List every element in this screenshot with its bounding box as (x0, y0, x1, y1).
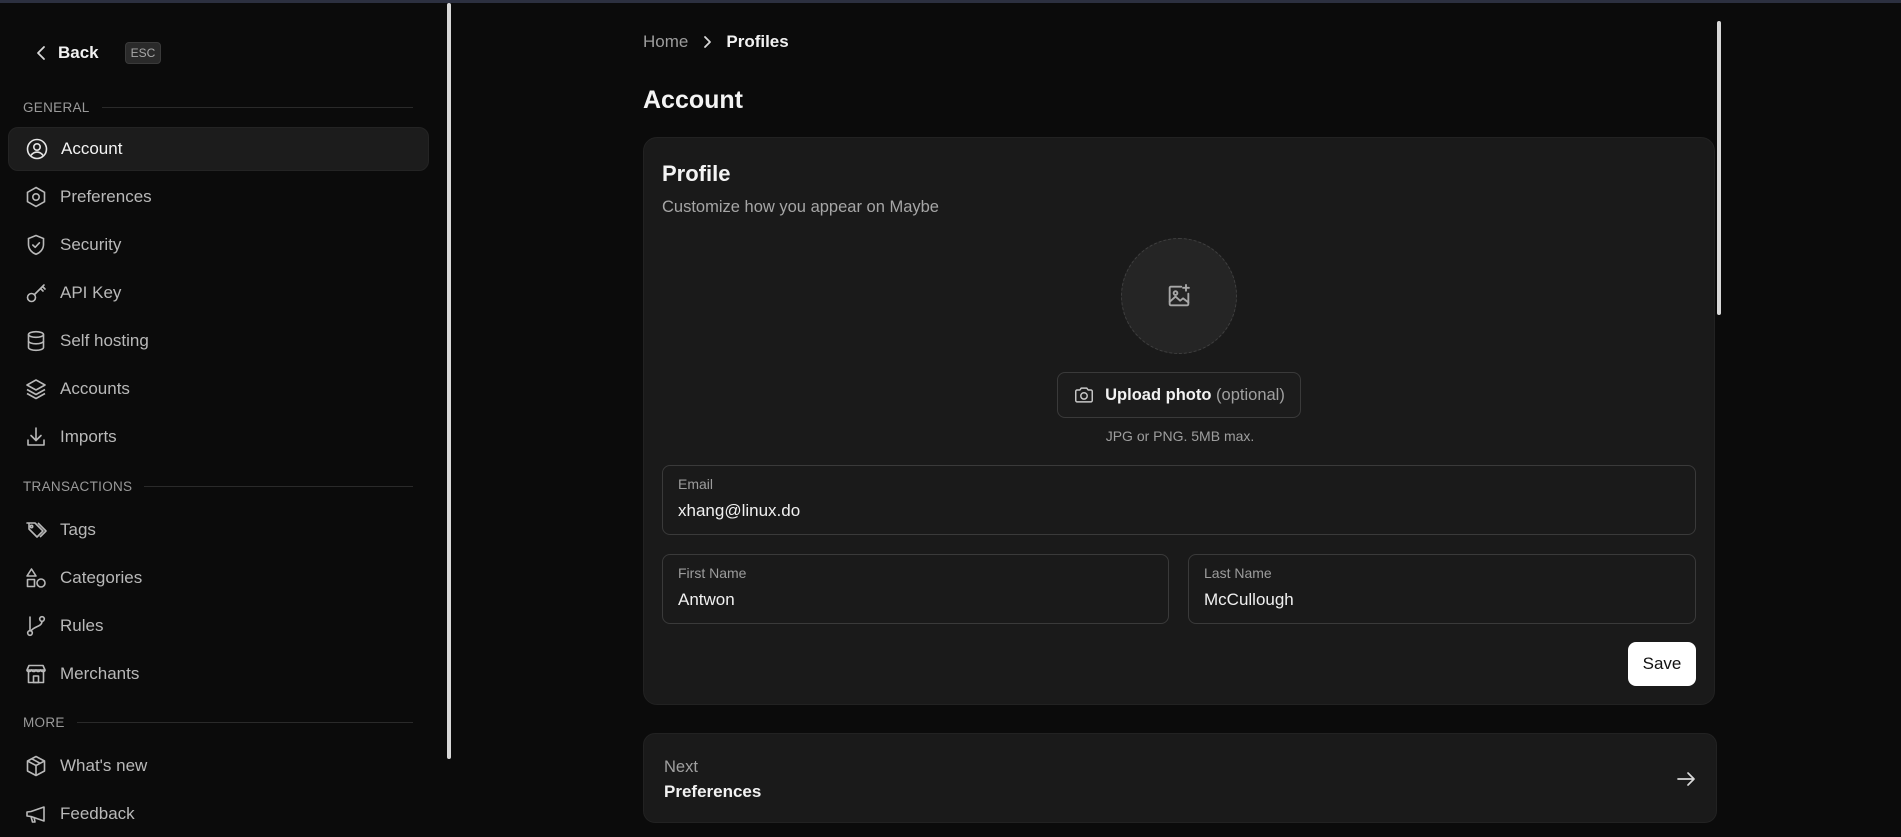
sidebar-item-accounts[interactable]: Accounts (8, 367, 429, 411)
database-icon (27, 330, 45, 352)
next-page-link[interactable]: Next Preferences (643, 733, 1717, 823)
arrow-right-icon (1677, 772, 1695, 786)
download-icon (27, 427, 45, 446)
sidebar-item-label: Rules (60, 616, 104, 635)
profile-card: Profile Customize how you appear on Mayb… (643, 137, 1715, 705)
breadcrumb-home-link[interactable]: Home (643, 32, 688, 52)
sidebar-item-imports[interactable]: Imports (8, 415, 429, 459)
sidebar-item-label: Categories (60, 568, 143, 587)
profile-title: Profile (662, 161, 731, 186)
sidebar-item-self-hosting[interactable]: Self hosting (8, 319, 429, 363)
sidebar-item-whats-new[interactable]: What's new (8, 744, 429, 788)
sidebar-item-label: Self hosting (60, 331, 149, 350)
upload-hint: JPG or PNG. 5MB max. (1105, 428, 1255, 444)
megaphone-icon (26, 806, 45, 823)
sidebar-item-security[interactable]: Security (8, 223, 429, 267)
section-label-text: MORE (23, 715, 65, 730)
breadcrumb-current: Profiles (726, 32, 789, 51)
sidebar-item-preferences[interactable]: Preferences (8, 175, 429, 219)
sidebar-item-merchants[interactable]: Merchants (8, 652, 429, 696)
first-name-field[interactable]: First Name (662, 554, 1169, 624)
main-scrollbar[interactable] (1717, 21, 1721, 315)
store-icon (26, 664, 46, 684)
upload-photo-label: Upload photo (1105, 385, 1212, 404)
last-name-input[interactable] (1204, 590, 1660, 610)
sidebar-item-label: Imports (60, 427, 117, 446)
section-divider (144, 486, 413, 487)
sidebar-item-tags[interactable]: Tags (8, 508, 429, 552)
tags-icon (26, 522, 47, 538)
first-name-label: First Name (678, 565, 747, 581)
key-icon (26, 284, 46, 303)
settings-hex-icon (26, 186, 46, 208)
email-input[interactable] (678, 501, 1607, 521)
last-name-field[interactable]: Last Name (1188, 554, 1696, 624)
box-icon (26, 755, 46, 777)
chevron-left-icon (37, 46, 45, 60)
shield-check-icon (27, 234, 45, 256)
sidebar-item-label: Accounts (60, 379, 130, 398)
next-label: Next (664, 758, 698, 776)
esc-shortcut-badge: ESC (124, 42, 162, 64)
layers-icon (26, 379, 46, 400)
upload-photo-button[interactable]: Upload photo (optional) (1057, 372, 1301, 418)
sidebar-item-label: Tags (60, 520, 96, 539)
back-label: Back (58, 43, 99, 62)
first-name-input[interactable] (678, 590, 1133, 610)
section-label-text: GENERAL (23, 100, 90, 115)
chevron-right-icon (704, 36, 712, 48)
profile-subtitle: Customize how you appear on Maybe (662, 198, 939, 216)
sidebar-item-categories[interactable]: Categories (8, 556, 429, 600)
sidebar-item-label: Security (60, 235, 122, 254)
breadcrumb: Home Profiles (643, 32, 789, 52)
sidebar-item-label: What's new (60, 756, 148, 775)
sidebar-item-account[interactable]: Account (8, 127, 429, 171)
sidebar-item-label: API Key (60, 283, 122, 302)
section-divider (101, 107, 413, 108)
email-label: Email (678, 476, 714, 492)
sidebar-item-label: Feedback (60, 804, 135, 823)
upload-optional-label: (optional) (1216, 385, 1285, 404)
settings-sidebar: Back ESC GENERAL Account Preferences Sec… (0, 3, 450, 837)
sidebar-item-label: Merchants (60, 664, 140, 683)
user-circle-icon (26, 138, 48, 160)
sidebar-item-api-key[interactable]: API Key (8, 271, 429, 315)
next-target-label: Preferences (664, 782, 762, 801)
sidebar-item-label: Account (61, 139, 123, 158)
section-label-text: TRANSACTIONS (23, 479, 133, 494)
sidebar-item-rules[interactable]: Rules (8, 604, 429, 648)
camera-icon (1075, 387, 1094, 403)
page-title: Account (643, 86, 743, 114)
save-button[interactable]: Save (1628, 642, 1696, 686)
email-field[interactable]: Email (662, 465, 1696, 535)
sidebar-scrollbar[interactable] (447, 3, 451, 759)
section-label-general: GENERAL (23, 100, 413, 115)
last-name-label: Last Name (1204, 565, 1272, 581)
image-plus-icon (1168, 283, 1190, 307)
avatar-placeholder[interactable] (1121, 238, 1237, 354)
section-label-more: MORE (23, 715, 413, 730)
back-row: Back ESC (34, 39, 162, 67)
shapes-icon (26, 568, 46, 588)
section-divider (76, 722, 413, 723)
sidebar-item-feedback[interactable]: Feedback (8, 792, 429, 836)
back-button[interactable]: Back (34, 43, 99, 63)
sidebar-item-label: Preferences (60, 187, 152, 206)
section-label-transactions: TRANSACTIONS (23, 479, 413, 494)
git-branch-icon (26, 615, 46, 637)
